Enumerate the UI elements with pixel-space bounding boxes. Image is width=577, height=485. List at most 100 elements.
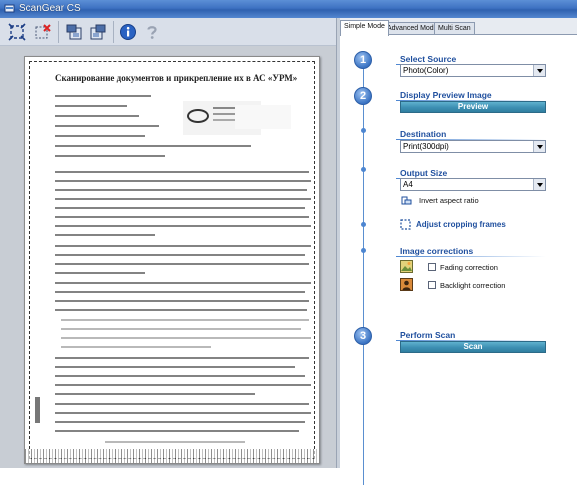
select-source-title: Select Source xyxy=(400,54,457,64)
destination-value: Print(300dpi) xyxy=(403,142,449,151)
step-dot xyxy=(361,248,366,253)
scan-edge-noise xyxy=(25,449,319,463)
output-size-title: Output Size xyxy=(400,168,448,178)
text-line xyxy=(55,180,311,182)
text-line xyxy=(55,309,307,311)
backlight-correction-label[interactable]: Backlight correction xyxy=(440,281,505,290)
mode-tabs: Simple Mode Advanced Mode Multi Scan xyxy=(340,20,577,36)
stamp-ring xyxy=(187,109,209,123)
document-title: Сканирование документов и прикрепление и… xyxy=(55,73,298,83)
rotate-left-button[interactable] xyxy=(62,20,86,44)
text-line xyxy=(55,216,309,218)
text-line xyxy=(61,328,301,330)
text-line xyxy=(55,198,311,200)
output-size-dropdown[interactable]: A4 xyxy=(400,178,546,191)
settings-panel: Simple Mode Advanced Mode Multi Scan 1 S… xyxy=(340,18,577,485)
text-line xyxy=(55,115,139,117)
text-line xyxy=(55,245,311,247)
text-line xyxy=(55,403,309,405)
destination-dropdown[interactable]: Print(300dpi) xyxy=(400,140,546,153)
text-line xyxy=(55,412,311,414)
image-corrections-title: Image corrections xyxy=(400,246,474,256)
preview-page[interactable]: Сканирование документов и прикрепление и… xyxy=(24,56,320,464)
title-bar: ScanGear CS xyxy=(0,0,577,18)
text-line xyxy=(55,282,311,284)
text-line xyxy=(55,105,127,107)
text-line xyxy=(61,319,309,321)
text-line xyxy=(55,393,255,395)
text-line xyxy=(55,95,151,97)
portrait-photo-icon xyxy=(400,278,413,291)
section-divider xyxy=(396,256,546,257)
text-line xyxy=(55,189,307,191)
text-line xyxy=(55,135,145,137)
step-dot xyxy=(361,222,366,227)
rotate-right-icon xyxy=(90,24,106,40)
text-line xyxy=(55,375,305,377)
select-source-value: Photo(Color) xyxy=(403,66,449,75)
info-button[interactable] xyxy=(116,20,140,44)
tab-simple-mode[interactable]: Simple Mode xyxy=(340,20,389,36)
text-line xyxy=(55,125,159,127)
step-2-badge: 2 xyxy=(354,87,372,105)
text-line xyxy=(55,207,305,209)
help-button[interactable] xyxy=(140,20,164,44)
chevron-down-icon[interactable] xyxy=(533,65,545,76)
perform-scan-title: Perform Scan xyxy=(400,330,456,340)
app-icon xyxy=(4,4,15,13)
clear-crop-icon xyxy=(35,24,51,39)
text-line xyxy=(55,263,309,265)
select-source-dropdown[interactable]: Photo(Color) xyxy=(400,64,546,77)
text-line xyxy=(55,171,309,173)
chevron-down-icon[interactable] xyxy=(533,141,545,152)
invert-aspect-ratio-button[interactable] xyxy=(401,195,412,206)
preview-button[interactable]: Preview xyxy=(400,101,546,113)
step-dot xyxy=(361,128,366,133)
window-title: ScanGear CS xyxy=(19,3,81,14)
stamp-shadow xyxy=(235,105,291,129)
help-icon xyxy=(147,26,157,39)
text-line xyxy=(55,291,305,293)
simple-mode-panel: 1 Select Source Photo(Color) 2 Display P… xyxy=(340,34,577,485)
step-3-badge: 3 xyxy=(354,327,372,345)
fading-correction-thumb xyxy=(400,260,413,273)
invert-aspect-label[interactable]: Invert aspect ratio xyxy=(419,196,479,205)
preview-image-title: Display Preview Image xyxy=(400,90,492,100)
info-icon xyxy=(120,24,136,40)
chevron-down-icon[interactable] xyxy=(533,179,545,190)
fading-correction-checkbox[interactable] xyxy=(428,263,436,271)
rotate-left-icon xyxy=(66,24,82,40)
toolbar xyxy=(0,18,336,46)
text-line xyxy=(105,441,245,443)
text-line xyxy=(61,346,211,348)
scan-button[interactable]: Scan xyxy=(400,341,546,353)
text-line xyxy=(55,225,311,227)
destination-title: Destination xyxy=(400,129,447,139)
fading-correction-label[interactable]: Fading correction xyxy=(440,263,498,272)
step-dot xyxy=(361,167,366,172)
clear-crop-button[interactable] xyxy=(31,20,55,44)
output-size-value: A4 xyxy=(403,180,413,189)
rotate-right-button[interactable] xyxy=(86,20,110,44)
side-page-number xyxy=(35,397,40,423)
text-line xyxy=(55,300,309,302)
text-line xyxy=(55,234,155,236)
preview-area[interactable]: Сканирование документов и прикрепление и… xyxy=(0,46,336,468)
invert-aspect-icon xyxy=(401,196,412,205)
text-line xyxy=(55,366,295,368)
toolbar-separator xyxy=(113,21,114,43)
step-1-badge: 1 xyxy=(354,51,372,69)
text-line xyxy=(55,155,165,157)
text-line xyxy=(55,430,299,432)
backlight-correction-thumb xyxy=(400,278,413,291)
text-line xyxy=(55,145,251,147)
auto-crop-button[interactable] xyxy=(5,20,29,44)
text-line xyxy=(55,421,305,423)
auto-crop-icon xyxy=(8,23,26,41)
adjust-cropping-frames-link[interactable]: Adjust cropping frames xyxy=(416,220,506,229)
backlight-correction-checkbox[interactable] xyxy=(428,281,436,289)
text-line xyxy=(55,357,309,359)
crop-frame-icon[interactable] xyxy=(400,219,411,230)
text-line xyxy=(55,272,145,274)
toolbar-separator xyxy=(58,21,59,43)
